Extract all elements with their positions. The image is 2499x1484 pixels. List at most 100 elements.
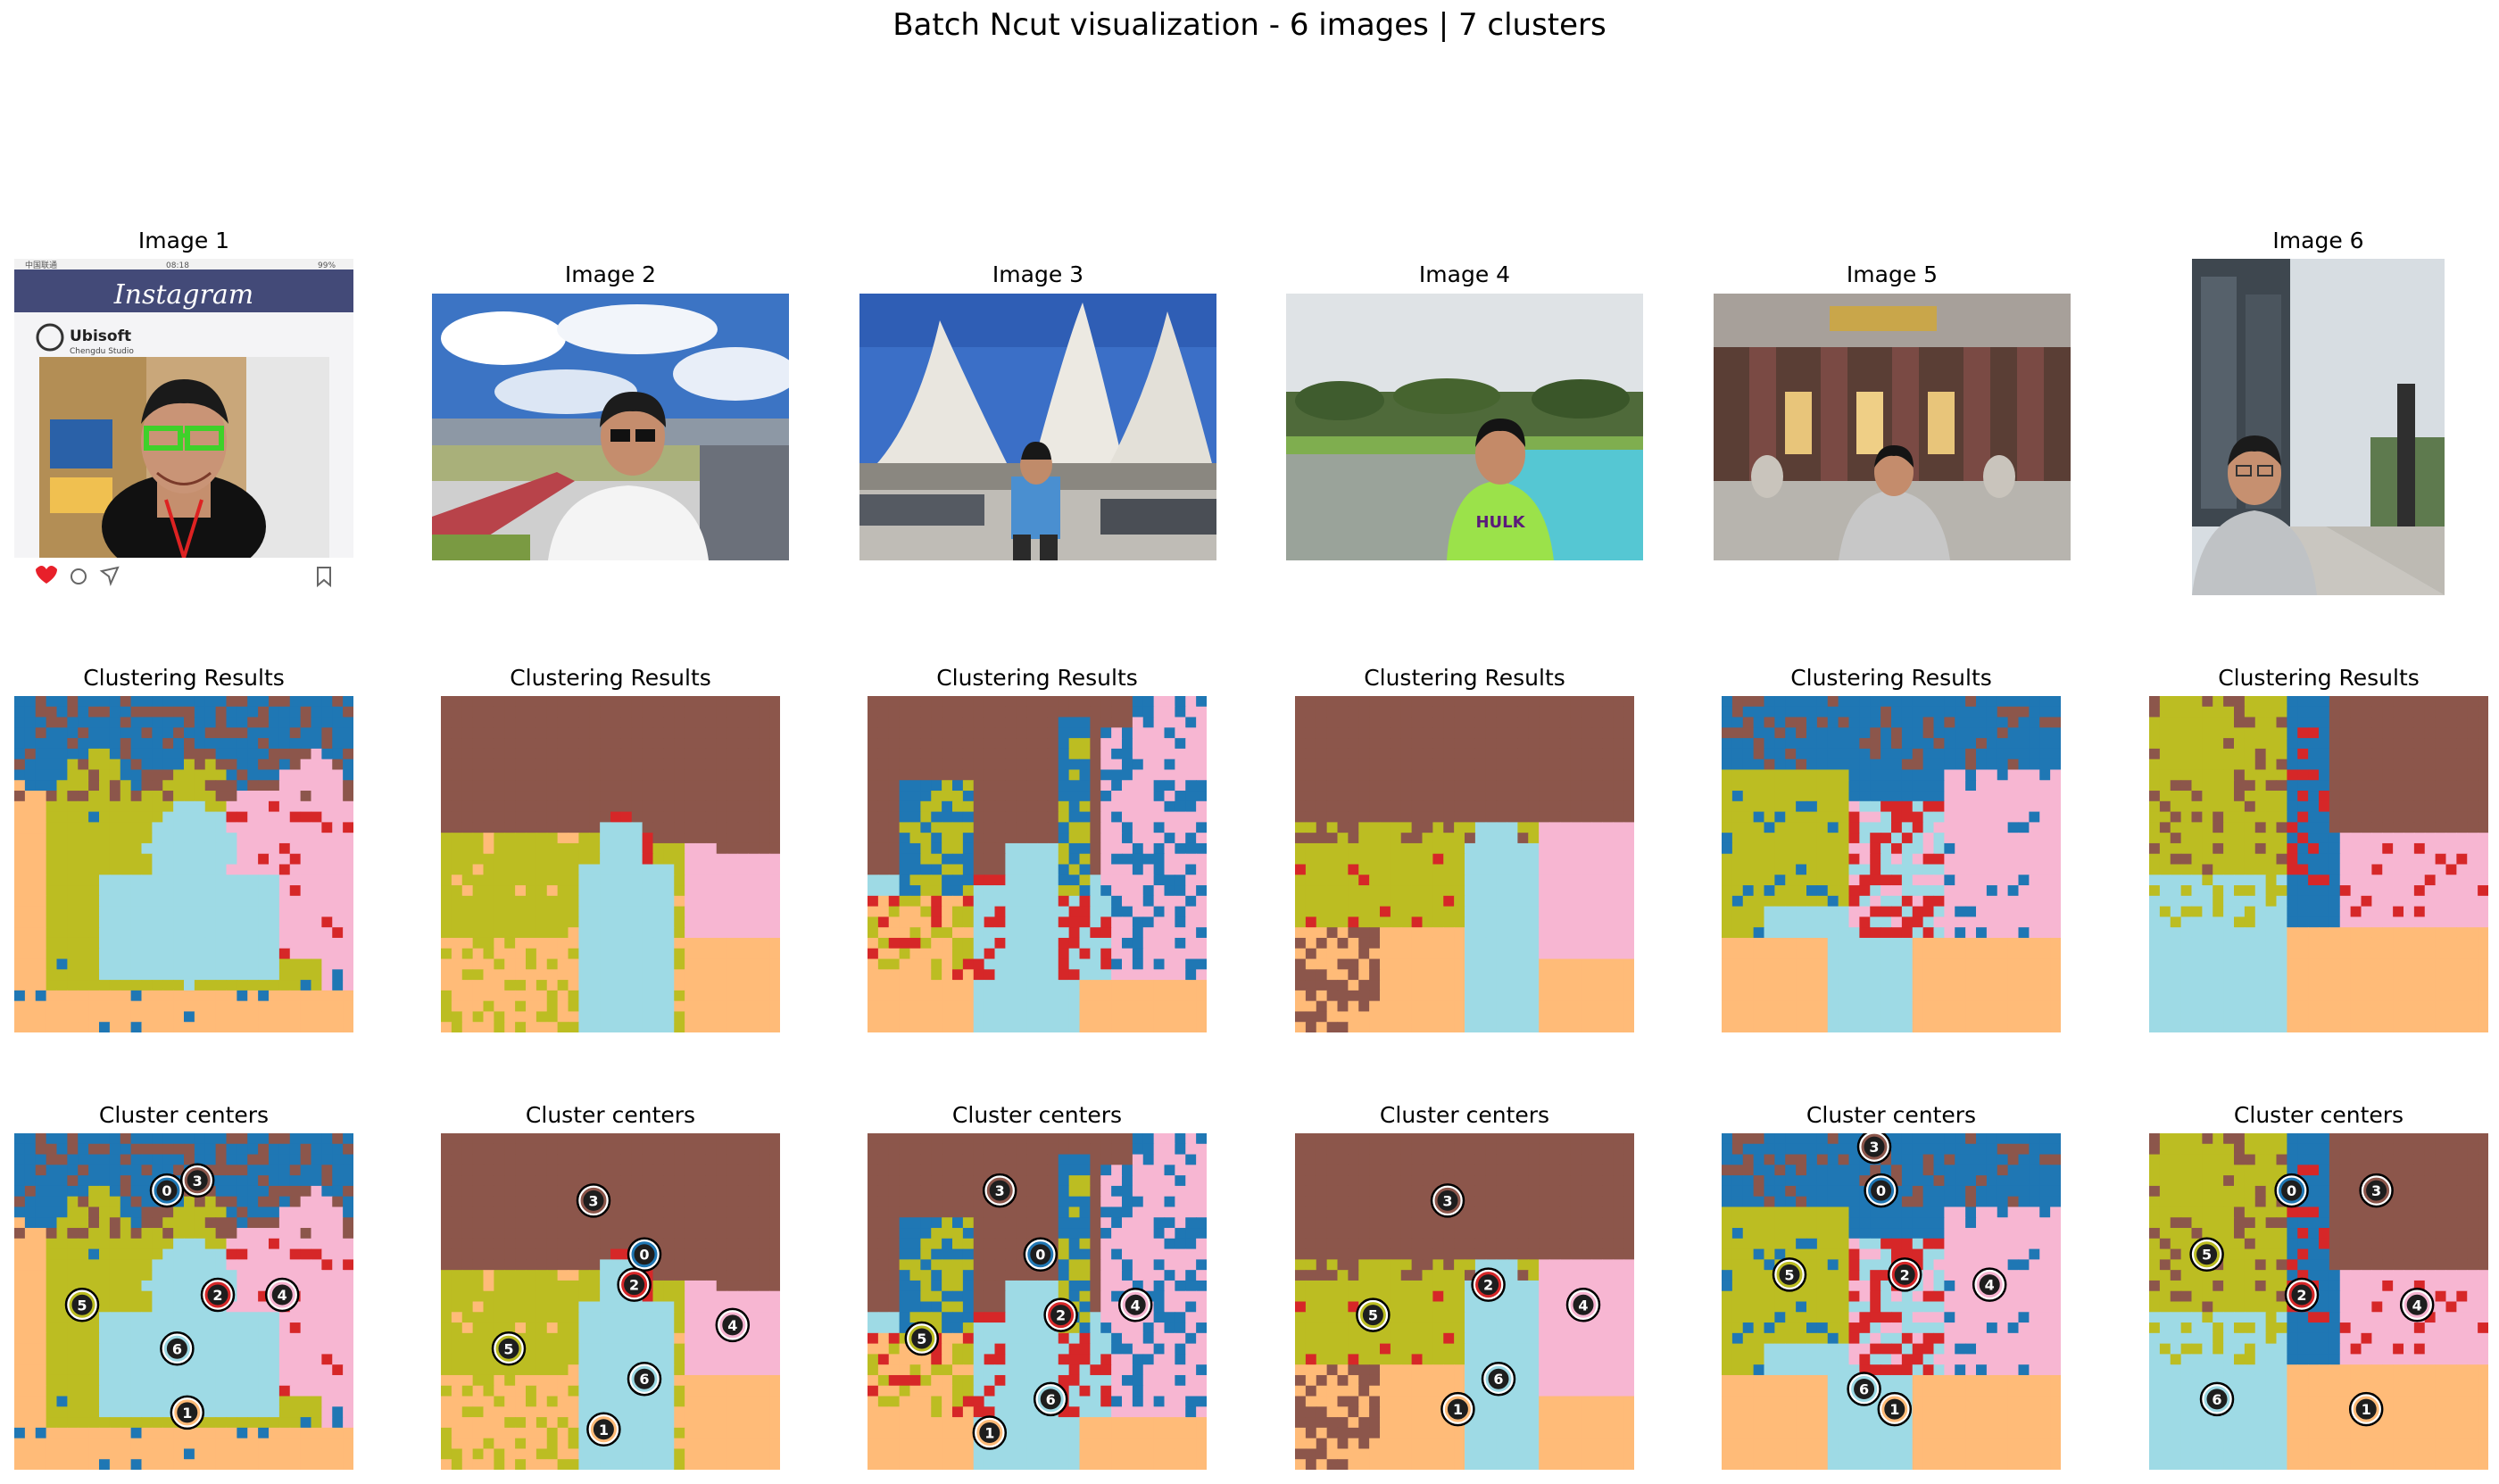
cluster-cell — [1348, 1022, 1359, 1032]
cluster-cell — [1549, 958, 1561, 970]
cluster-cell — [1731, 906, 1744, 918]
cluster-cell — [1613, 822, 1624, 833]
cluster-cell — [215, 780, 228, 792]
cluster-cell — [461, 948, 474, 960]
cluster-cell — [962, 958, 975, 970]
cluster-cell — [311, 822, 322, 833]
cluster-cell — [1602, 842, 1614, 855]
cluster-cell — [204, 948, 217, 960]
cluster-cell — [1827, 842, 1839, 855]
cluster-cell — [1933, 842, 1945, 855]
cluster-cell — [1316, 822, 1328, 833]
cluster-cell — [526, 948, 537, 960]
cluster-cell — [1305, 738, 1317, 750]
cluster-cell — [300, 738, 312, 750]
cluster-cell — [1997, 759, 2009, 771]
cluster-cell — [1326, 833, 1339, 844]
cluster-cell — [332, 800, 344, 813]
cluster-cell — [24, 727, 37, 739]
cluster-cell — [141, 895, 153, 908]
cluster-cell — [226, 1011, 237, 1023]
cluster-cell — [14, 833, 26, 844]
cluster-cell — [1774, 833, 1786, 844]
cluster-cell — [899, 990, 911, 1002]
cluster-cell — [1731, 842, 1744, 855]
cluster-cell — [1443, 717, 1455, 728]
cluster-cell — [1295, 791, 1307, 802]
cluster-cell — [1380, 738, 1391, 750]
cluster-cell — [441, 969, 452, 981]
cluster-cell — [46, 1011, 58, 1023]
cluster-cell — [1432, 958, 1444, 970]
cluster-cell — [589, 748, 601, 760]
cluster-cell — [237, 800, 248, 813]
cluster-cell — [311, 769, 322, 781]
cluster-cell — [1474, 885, 1487, 897]
cluster-cell — [1912, 895, 1924, 908]
cluster-cell — [504, 916, 516, 928]
cluster-cell — [1976, 822, 1988, 833]
cluster-cell — [120, 791, 132, 802]
cluster-cell — [1153, 1022, 1166, 1032]
cluster-cell — [269, 1000, 280, 1013]
cluster-cell — [1838, 748, 1850, 760]
cluster-cell — [1422, 875, 1433, 886]
cluster-cell — [1164, 717, 1175, 728]
cluster-cell — [2039, 706, 2051, 718]
cluster-cell — [109, 800, 121, 813]
cluster-cell — [1380, 800, 1391, 813]
cluster-cell — [162, 769, 174, 781]
cluster-cell — [321, 780, 333, 792]
cluster-cell — [994, 916, 1006, 928]
cluster-cell — [1047, 738, 1059, 750]
cluster-cell — [620, 864, 633, 875]
cluster-cell — [1390, 864, 1402, 875]
cluster-map-2 — [441, 696, 780, 1032]
cluster-cell — [2050, 727, 2061, 739]
cluster-cell — [536, 1000, 548, 1013]
cluster-cell — [568, 875, 579, 886]
cluster-cell — [1326, 780, 1339, 792]
cluster-cell — [888, 990, 901, 1002]
cluster-cell — [962, 1011, 975, 1023]
cluster-cell — [269, 875, 280, 886]
cluster-cell — [152, 990, 163, 1002]
cluster-cell — [1443, 727, 1455, 739]
cluster-cell — [1986, 948, 1998, 960]
cluster-cell — [1496, 895, 1508, 908]
cluster-cell — [600, 800, 611, 813]
cluster-cell — [184, 717, 195, 728]
cluster-cell — [1047, 696, 1059, 708]
cluster-cell — [557, 969, 569, 981]
cluster-cell — [1443, 780, 1455, 792]
cluster-cell — [14, 706, 26, 718]
cluster-cell — [1528, 706, 1540, 718]
cluster-cell — [1316, 738, 1328, 750]
cluster-cell — [494, 1011, 505, 1023]
cluster-cell — [472, 791, 485, 802]
cluster-cell — [504, 791, 516, 802]
cluster-cell — [737, 811, 749, 823]
cluster-cell — [952, 811, 964, 823]
cluster-cell — [994, 969, 1006, 981]
cluster-cell — [546, 842, 559, 855]
cluster-cell — [1891, 738, 1903, 750]
cluster-cell — [1549, 706, 1561, 718]
cluster-cell — [1068, 980, 1081, 991]
cluster-cell — [1454, 885, 1465, 897]
cluster-cell — [343, 842, 353, 855]
cluster-cell — [1443, 864, 1455, 875]
cluster-cell — [258, 937, 270, 949]
cluster-cell — [237, 833, 248, 844]
cluster-cell — [120, 927, 132, 939]
cluster-cell — [984, 937, 996, 949]
cluster-cell — [278, 916, 291, 928]
cluster-cell — [152, 853, 163, 866]
cluster-cell — [705, 1011, 718, 1023]
cluster-cell — [1369, 1000, 1381, 1013]
cluster-cell — [1390, 738, 1402, 750]
cluster-cell — [1912, 717, 1924, 728]
cluster-cell — [695, 1011, 707, 1023]
cluster-cell — [994, 895, 1006, 908]
cluster-cell — [1976, 969, 1988, 981]
